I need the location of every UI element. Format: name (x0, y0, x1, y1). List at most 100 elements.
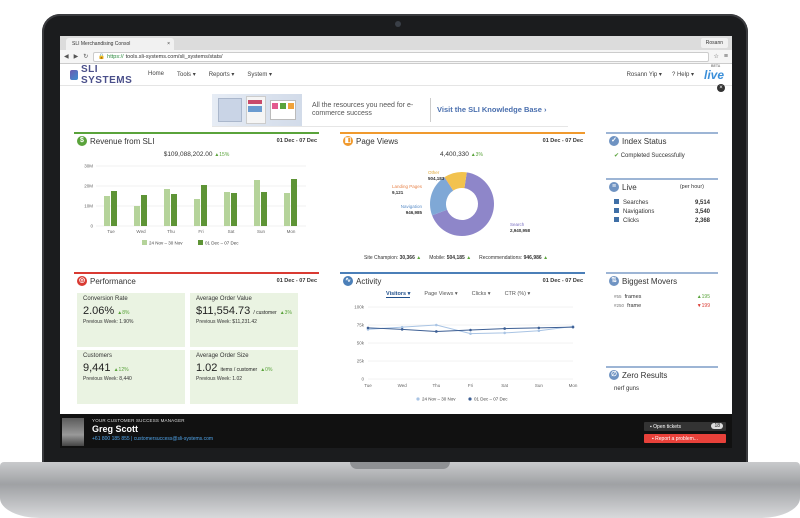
slice-value: 2,940,958 (510, 228, 531, 233)
x-tick-label: Thu (167, 229, 175, 234)
movers-header: ⇅ Biggest Movers (606, 272, 718, 288)
zero-results-term[interactable]: nerf guns (606, 382, 718, 396)
browser-profile[interactable]: Rosann (700, 38, 728, 48)
avatar (62, 418, 84, 446)
bar-thu-s1 (164, 189, 170, 226)
performance-title: Performance (90, 276, 136, 286)
menu-icon[interactable]: ≡ (724, 53, 728, 60)
mover-row[interactable]: #250 frame ▼199 (614, 301, 710, 310)
activity-tabs: Visitors ▾ Page Views ▾ Clicks ▾ CTR (%)… (340, 288, 585, 301)
live-header: ≡ Live (per hour) (606, 178, 718, 194)
card-label: Average Order Value (196, 296, 252, 302)
user-menu[interactable]: Rosann Yip ▾ (627, 71, 662, 78)
avg-order-size-card: Average Order Size 1.02 items / customer… (190, 350, 298, 404)
conversion-rate-card: Conversion Rate 2.06% ▲8% Previous Week:… (77, 293, 185, 347)
index-status-header: ✓ Index Status (606, 132, 718, 148)
series-point (537, 326, 541, 330)
help-menu[interactable]: ? Help ▾ (672, 71, 694, 78)
avg-order-value-card: Average Order Value $11,554.73 / custome… (190, 293, 298, 347)
laptop-frame: SLI Merchandising Consol × Rosann ◀ ▶ ↻ … (0, 0, 800, 518)
live-logo[interactable]: BETA live (703, 64, 724, 82)
tab-visitors[interactable]: Visitors ▾ (386, 291, 411, 298)
star-icon[interactable]: ☆ (714, 53, 719, 60)
live-icon: ≡ (609, 182, 619, 192)
bar-sun-s1 (254, 180, 260, 226)
nav-home[interactable]: Home (148, 71, 164, 78)
legend-swatch (142, 240, 147, 245)
slice-label: Search (510, 222, 525, 227)
legend-swatch (198, 240, 203, 245)
camera (395, 21, 401, 27)
check-small-icon: ✔ (614, 153, 620, 159)
slice-value: 9,121 (392, 190, 404, 195)
x-tick-label: Tue (364, 383, 372, 388)
nav-right: Rosann Yip ▾ ? Help ▾ BETA live (627, 64, 724, 82)
y-tick-label: 75k (357, 323, 365, 328)
lock-icon: 🔒 (98, 53, 106, 60)
series-point (537, 329, 541, 333)
series-point (571, 325, 575, 329)
live-row-searches: Searches 9,514 (614, 198, 710, 207)
tab-close-icon[interactable]: × (167, 41, 170, 47)
app-navbar: SLI SYSTEMS Home Tools ▾ Reports ▾ Syste… (60, 64, 732, 86)
csm-contact[interactable]: +61 800 185 855 | customersuccess@sli-sy… (92, 436, 213, 442)
card-label: Customers (83, 353, 113, 359)
nav-system[interactable]: System ▾ (247, 71, 272, 78)
y-tick-label: 30M (84, 164, 93, 169)
bar-sun-s2 (261, 192, 267, 226)
banner-link[interactable]: Visit the SLI Knowledge Base (437, 105, 542, 114)
series-point (400, 328, 404, 331)
activity-date: 01 Dec - 07 Dec (542, 278, 583, 284)
legend-swatch (416, 397, 420, 401)
banner-image (212, 93, 302, 126)
legend-label: 01 Dec – 07 Dec (205, 241, 239, 246)
knowledge-base-banner[interactable]: All the resources you need for e-commerc… (212, 93, 568, 127)
bar-mon-s1 (284, 193, 290, 226)
live-row-navigations: Navigations 3,540 (614, 207, 710, 216)
y-tick-label: 0 (90, 224, 93, 229)
csm-name: Greg Scott (92, 424, 139, 434)
close-icon[interactable]: × (717, 84, 725, 92)
report-problem-button[interactable]: ▪ Report a problem... (644, 434, 726, 443)
x-tick-label: Mon (569, 383, 578, 388)
x-tick-label: Thu (432, 383, 440, 388)
y-tick-label: 25k (357, 359, 365, 364)
address-bar[interactable]: 🔒 https://tools.sli-systems.com/sli_syst… (93, 51, 709, 62)
bar-tue-s2 (111, 191, 117, 226)
pageviews-icon: ◧ (343, 136, 353, 146)
mover-row[interactable]: #55 frames ▲195 (614, 292, 710, 301)
forward-icon[interactable]: ▶ (74, 53, 79, 60)
sli-logo[interactable]: SLI SYSTEMS (70, 64, 138, 86)
back-icon[interactable]: ◀ (64, 53, 69, 60)
movers-title: Biggest Movers (622, 276, 678, 286)
performance-widget: ◎ Performance 01 Dec - 07 Dec Conversion… (74, 272, 319, 412)
bar-fri-s2 (201, 185, 207, 226)
live-logo-text: live (703, 67, 724, 82)
bar-wed-s2 (141, 195, 147, 226)
legend-swatch (468, 397, 472, 401)
open-tickets-button[interactable]: ▪ Open tickets 18 (644, 422, 726, 431)
tab-clicks[interactable]: Clicks ▾ (472, 291, 491, 298)
tab-page-views[interactable]: Page Views ▾ (424, 291, 457, 298)
index-status-widget: ✓ Index Status ✔ Completed Successfully (606, 132, 718, 168)
bar-mon-s2 (291, 179, 297, 226)
reload-icon[interactable]: ↻ (83, 53, 88, 60)
bar-thu-s2 (171, 194, 177, 226)
revenue-bar-chart: 0 10M 20M 30M Tue Wed Thu Fri Sat Sun Mon 24 Nov – … (84, 164, 306, 246)
y-tick-label: 0 (361, 377, 364, 382)
index-status-text: Completed Successfully (620, 153, 685, 159)
revenue-widget: $ Revenue from SLI 01 Dec - 07 Dec $109,… (74, 132, 319, 266)
bar-wed-s1 (134, 206, 140, 226)
revenue-header: $ Revenue from SLI 01 Dec - 07 Dec (74, 132, 319, 148)
slice-value: 504,183 (428, 176, 445, 181)
nav-reports[interactable]: Reports ▾ (209, 71, 235, 78)
footer-recommendations: Recommendations: 946,986 ▲ (479, 255, 549, 261)
browser-tab[interactable]: SLI Merchandising Consol × (66, 38, 174, 50)
tab-title: SLI Merchandising Consol (72, 41, 131, 47)
tickets-count-badge: 18 (711, 423, 723, 429)
y-tick-label: 50k (357, 341, 365, 346)
nav-tools[interactable]: Tools ▾ (177, 71, 196, 78)
series-point (366, 326, 370, 330)
tab-ctr[interactable]: CTR (%) ▾ (505, 291, 531, 298)
url-rest: tools.sli-systems.com/sli_systems/stats/ (125, 53, 223, 60)
